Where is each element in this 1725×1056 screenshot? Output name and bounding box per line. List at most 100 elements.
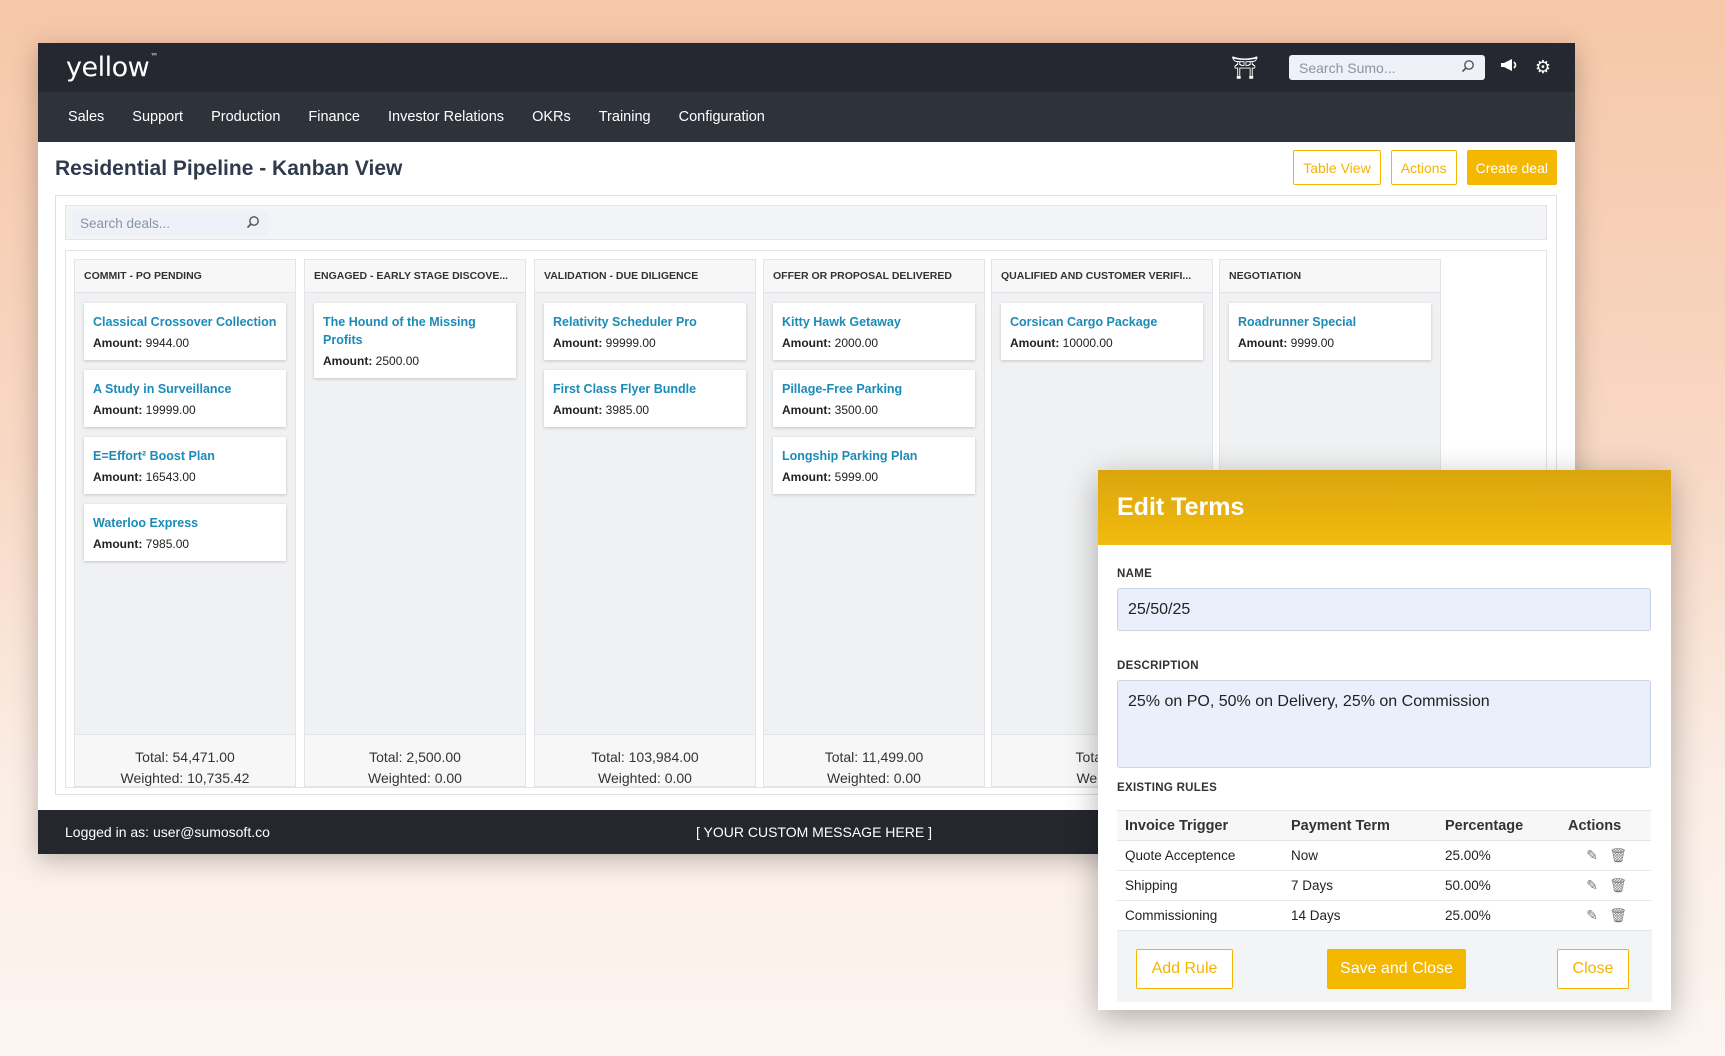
kanban-column: OFFER OR PROPOSAL DELIVERED Kitty Hawk G…	[763, 259, 985, 787]
column-weighted: Weighted: 0.00	[598, 770, 692, 786]
edit-terms-dialog: Edit Terms NAME DESCRIPTION 25% on PO, 5…	[1098, 470, 1671, 1010]
deal-name[interactable]: Pillage-Free Parking	[782, 380, 966, 398]
rule-percentage: 25.00%	[1437, 840, 1560, 871]
dialog-title: Edit Terms	[1098, 470, 1671, 545]
deal-name[interactable]: Classical Crossover Collection	[93, 313, 277, 331]
search-icon[interactable]	[246, 215, 260, 232]
edit-icon[interactable]: ✎	[1586, 847, 1598, 863]
actions-button[interactable]: Actions	[1390, 150, 1457, 185]
column-totals: Total: 11,499.00 Weighted: 0.00	[764, 734, 984, 786]
deal-card[interactable]: E=Effort² Boost Plan Amount: 16543.00	[84, 437, 286, 494]
deal-amount: Amount: 9944.00	[93, 336, 190, 350]
logged-in-user: Logged in as: user@sumosoft.co	[65, 824, 270, 840]
rule-trigger: Commissioning	[1117, 900, 1283, 931]
deal-name[interactable]: Relativity Scheduler Pro	[553, 313, 737, 331]
column-title: QUALIFIED AND CUSTOMER VERIFI...	[992, 260, 1212, 293]
gear-icon[interactable]: ⚙	[1533, 57, 1553, 78]
rule-term: 14 Days	[1283, 900, 1437, 931]
table-view-button[interactable]: Table View	[1293, 150, 1381, 185]
column-title: VALIDATION - DUE DILIGENCE	[535, 260, 755, 293]
custom-message: [ YOUR CUSTOM MESSAGE HERE ]	[696, 824, 932, 840]
description-field[interactable]: 25% on PO, 50% on Delivery, 25% on Commi…	[1117, 680, 1651, 768]
rule-trigger: Quote Acceptence	[1117, 840, 1283, 871]
deal-amount: Amount: 10000.00	[1010, 336, 1113, 350]
deal-name[interactable]: Longship Parking Plan	[782, 447, 966, 465]
deal-name[interactable]: Kitty Hawk Getaway	[782, 313, 966, 331]
nav-okrs[interactable]: OKRs	[532, 109, 571, 125]
board-search-bar: Search deals...	[65, 205, 1547, 240]
nav-finance[interactable]: Finance	[308, 109, 360, 125]
deal-amount: Amount: 2500.00	[323, 354, 420, 368]
deal-name[interactable]: A Study in Surveillance	[93, 380, 277, 398]
deal-card[interactable]: Waterloo Express Amount: 7985.00	[84, 504, 286, 561]
deal-card[interactable]: The Hound of the Missing Profits Amount:…	[314, 303, 516, 378]
deal-card[interactable]: Pillage-Free Parking Amount: 3500.00	[773, 370, 975, 427]
rule-term: Now	[1283, 840, 1437, 871]
nav-support[interactable]: Support	[132, 109, 183, 125]
deal-card[interactable]: First Class Flyer Bundle Amount: 3985.00	[544, 370, 746, 427]
rules-table: Invoice Trigger Payment Term Percentage …	[1117, 810, 1651, 931]
nav-production[interactable]: Production	[211, 109, 280, 125]
deal-card[interactable]: Kitty Hawk Getaway Amount: 2000.00	[773, 303, 975, 360]
global-search-input[interactable]: Search Sumo...	[1289, 55, 1485, 80]
deal-card[interactable]: Corsican Cargo Package Amount: 10000.00	[1001, 303, 1203, 360]
page-header: Residential Pipeline - Kanban View Table…	[38, 142, 1575, 196]
edit-icon[interactable]: ✎	[1586, 907, 1598, 923]
search-deals-input[interactable]: Search deals...	[72, 212, 268, 235]
deal-name[interactable]: Corsican Cargo Package	[1010, 313, 1194, 331]
torii-gate-icon[interactable]: ⛩	[1231, 55, 1259, 81]
column-total: Total: 2,500.00	[369, 749, 461, 765]
column-weighted: Weighted: 0.00	[368, 770, 462, 786]
kanban-column: VALIDATION - DUE DILIGENCE Relativity Sc…	[534, 259, 756, 787]
name-field[interactable]	[1117, 588, 1651, 631]
trash-icon[interactable]: 🗑	[1609, 907, 1627, 923]
dialog-footer: Add Rule Save and Close Close	[1117, 930, 1652, 1002]
deal-card[interactable]: Longship Parking Plan Amount: 5999.00	[773, 437, 975, 494]
deal-card[interactable]: Classical Crossover Collection Amount: 9…	[84, 303, 286, 360]
rule-percentage: 50.00%	[1437, 870, 1560, 901]
column-title: ENGAGED - EARLY STAGE DISCOVE...	[305, 260, 525, 293]
deal-amount: Amount: 3500.00	[782, 403, 879, 417]
deal-card[interactable]: Relativity Scheduler Pro Amount: 99999.0…	[544, 303, 746, 360]
nav-training[interactable]: Training	[599, 109, 651, 125]
nav-investor-relations[interactable]: Investor Relations	[388, 109, 504, 125]
column-title: COMMIT - PO PENDING	[75, 260, 295, 293]
deal-amount: Amount: 16543.00	[93, 470, 196, 484]
deal-card[interactable]: Roadrunner Special Amount: 9999.00	[1229, 303, 1431, 360]
column-total: Total: 54,471.00	[135, 749, 235, 765]
deal-amount: Amount: 99999.00	[553, 336, 656, 350]
save-and-close-button[interactable]: Save and Close	[1327, 949, 1466, 989]
table-row: Shipping 7 Days 50.00% ✎ 🗑	[1117, 870, 1651, 901]
kanban-column: ENGAGED - EARLY STAGE DISCOVE... The Hou…	[304, 259, 526, 787]
search-icon[interactable]	[1461, 59, 1475, 76]
deal-amount: Amount: 5999.00	[782, 470, 879, 484]
rule-percentage: 25.00%	[1437, 900, 1560, 931]
deal-amount: Amount: 3985.00	[553, 403, 650, 417]
column-totals: Total: 103,984.00 Weighted: 0.00	[535, 734, 755, 786]
column-header: Payment Term	[1283, 810, 1437, 841]
deal-amount: Amount: 2000.00	[782, 336, 879, 350]
nav-sales[interactable]: Sales	[68, 109, 104, 125]
column-weighted: Weighted: 0.00	[827, 770, 921, 786]
column-header: Actions	[1560, 810, 1651, 841]
trash-icon[interactable]: 🗑	[1609, 877, 1627, 893]
megaphone-icon[interactable]	[1499, 57, 1519, 78]
edit-icon[interactable]: ✎	[1586, 877, 1598, 893]
close-button[interactable]: Close	[1557, 949, 1629, 989]
column-totals: Total: 54,471.00 Weighted: 10,735.42	[75, 734, 295, 786]
deal-name[interactable]: First Class Flyer Bundle	[553, 380, 737, 398]
nav-configuration[interactable]: Configuration	[679, 109, 765, 125]
deal-name[interactable]: E=Effort² Boost Plan	[93, 447, 277, 465]
column-totals: Total: 2,500.00 Weighted: 0.00	[305, 734, 525, 786]
create-deal-button[interactable]: Create deal	[1466, 150, 1557, 185]
column-header: Invoice Trigger	[1117, 810, 1283, 841]
deal-name[interactable]: Roadrunner Special	[1238, 313, 1422, 331]
logo[interactable]: yellow™	[66, 52, 158, 83]
column-weighted: Weighted: 10,735.42	[120, 770, 250, 786]
deal-name[interactable]: The Hound of the Missing Profits	[323, 313, 507, 349]
deal-card[interactable]: A Study in Surveillance Amount: 19999.00	[84, 370, 286, 427]
add-rule-button[interactable]: Add Rule	[1136, 949, 1233, 989]
deal-name[interactable]: Waterloo Express	[93, 514, 277, 532]
name-label: NAME	[1117, 568, 1153, 580]
trash-icon[interactable]: 🗑	[1609, 847, 1627, 863]
